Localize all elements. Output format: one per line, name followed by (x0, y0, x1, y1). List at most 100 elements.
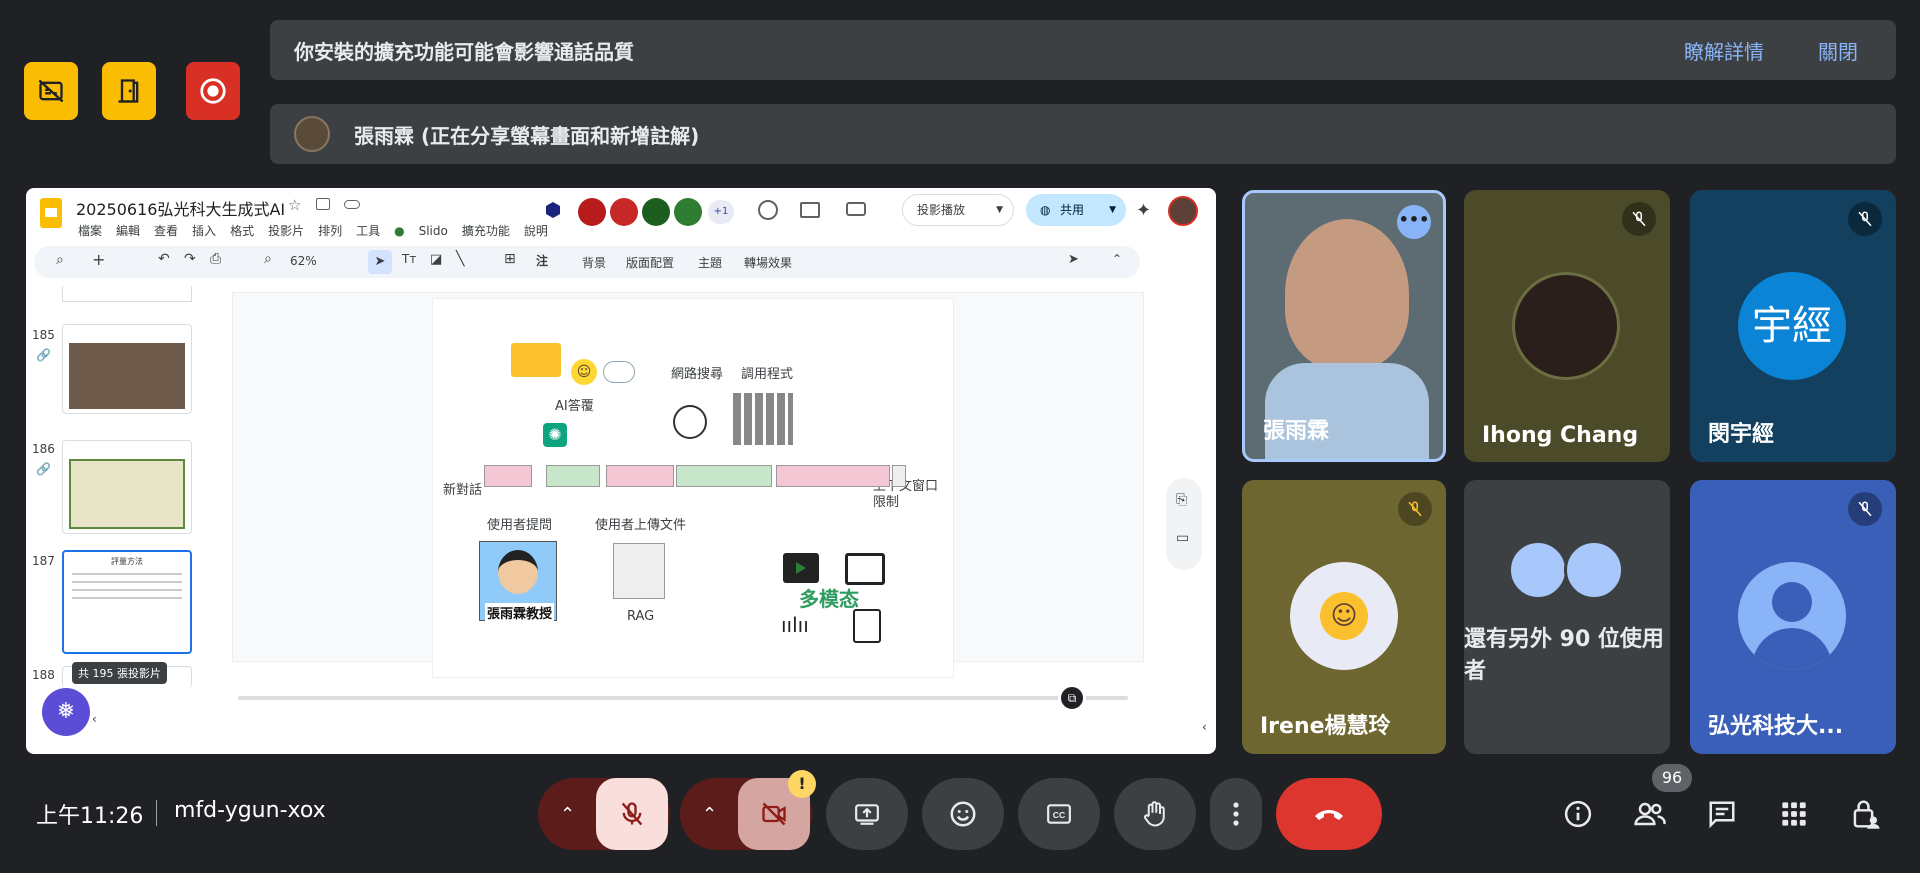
text-box-icon[interactable]: Tт (402, 252, 416, 266)
menu-edit[interactable]: 編輯 (116, 224, 140, 238)
present-button[interactable] (826, 778, 908, 850)
line-icon[interactable]: ╲ (456, 251, 464, 267)
move-icon[interactable] (316, 198, 330, 210)
captions-off-icon[interactable] (24, 62, 78, 120)
more-vert-icon (1233, 802, 1239, 826)
slide-thumbnail-186[interactable] (62, 440, 192, 534)
learn-more-link[interactable]: 瞭解詳情 (1684, 36, 1764, 65)
audio-wave-icon: ıılıı (781, 613, 809, 637)
theme-button[interactable]: 主題 (698, 254, 722, 271)
presenter-text: 張雨霖 (正在分享螢幕畫面和新增註解) (354, 123, 700, 148)
door-icon[interactable] (102, 62, 156, 120)
mic-off-button[interactable] (596, 778, 668, 850)
comment-add-icon[interactable]: ⊞ (504, 251, 516, 267)
more-options-button[interactable] (1210, 778, 1262, 850)
mic-off-icon (1848, 492, 1882, 526)
collaborator-avatar[interactable] (674, 198, 702, 226)
smiley-icon: ☺ (571, 359, 597, 385)
chevron-down-icon[interactable]: ▼ (1109, 194, 1116, 226)
history-icon[interactable] (758, 200, 778, 220)
select-cursor-icon[interactable]: ➤ (368, 250, 392, 274)
meet-icon[interactable] (846, 202, 866, 216)
menu-insert[interactable]: 插入 (192, 224, 216, 238)
zoom-level[interactable]: 62% (290, 254, 317, 268)
menu-tools[interactable]: 工具 (356, 224, 380, 238)
search-menus-icon[interactable]: ⌕ (56, 252, 64, 268)
participant-tile[interactable]: ••• 張雨霖 (1242, 190, 1446, 462)
menu-slido[interactable]: Slido (419, 224, 448, 238)
slideshow-button[interactable]: 投影播放 ▼ (902, 194, 1014, 226)
multimodal-label: 多模态 (799, 587, 859, 611)
people-button[interactable] (1628, 792, 1672, 836)
raise-hand-button[interactable] (1114, 778, 1196, 850)
pen-icon[interactable]: ➤ (1068, 252, 1079, 267)
meeting-details-button[interactable] (1556, 792, 1600, 836)
horizontal-scrollbar[interactable] (238, 696, 1128, 700)
host-controls-button[interactable] (1844, 792, 1888, 836)
shape-icon[interactable]: ◪ (430, 252, 442, 267)
share-button[interactable]: ◍ 共用 ▼ (1026, 194, 1126, 226)
context-segment (676, 465, 772, 487)
comment-icon[interactable] (800, 202, 820, 218)
slide-number: 187 (32, 554, 55, 568)
star-icon[interactable]: ☆ (288, 196, 301, 214)
people-count-badge: 96 (1652, 764, 1692, 792)
gemini-sparkle-icon[interactable]: ✦ (1136, 200, 1151, 221)
collaborator-avatar[interactable] (610, 198, 638, 226)
collaborator-avatar[interactable] (642, 198, 670, 226)
others-tile[interactable]: 還有另外 90 位使用者 (1464, 480, 1670, 754)
participant-tile[interactable]: ☺ Irene楊慧玲 (1242, 480, 1446, 754)
doc-title[interactable]: 20250616弘光科大生成式AI (76, 196, 285, 220)
chevron-up-icon[interactable]: ⌃ (560, 804, 575, 825)
slide-thumbnail-184[interactable] (62, 286, 192, 302)
more-collaborators[interactable]: +1 (708, 200, 734, 224)
menu-arrange[interactable]: 排列 (318, 224, 342, 238)
video-icon (783, 553, 819, 583)
layout-button[interactable]: 版面配置 (626, 254, 674, 271)
menu-extensions[interactable]: 擴充功能 (462, 224, 510, 238)
expand-panel-icon[interactable]: ‹ (1202, 720, 1207, 734)
chevron-down-icon[interactable]: ▼ (996, 195, 1003, 225)
collapse-toolbar-icon[interactable]: ⌃ (1112, 252, 1122, 266)
leave-call-button[interactable] (1276, 778, 1382, 850)
participant-tile[interactable]: 弘光科技大... (1690, 480, 1896, 754)
menu-slide[interactable]: 投影片 (268, 224, 304, 238)
menu-view[interactable]: 查看 (154, 224, 178, 238)
extension-icon[interactable] (546, 202, 560, 218)
account-avatar[interactable] (1168, 196, 1198, 226)
participant-tile[interactable]: Ihong Chang (1464, 190, 1670, 462)
slide-thumbnail-187[interactable]: 評量方法 (62, 550, 192, 654)
print-icon[interactable]: ⎙ (210, 251, 221, 267)
presenter-bar: 張雨霖 (正在分享螢幕畫面和新增註解) (270, 104, 1896, 164)
activities-button[interactable] (1772, 792, 1816, 836)
menu-help[interactable]: 說明 (524, 224, 548, 238)
annotate-icon[interactable]: 注 (536, 252, 548, 269)
collapse-filmstrip-icon[interactable]: ‹ (92, 712, 97, 726)
mic-off-icon (1622, 202, 1656, 236)
redo-icon[interactable]: ↷ (184, 251, 196, 267)
zoom-icon[interactable]: ⌕ (264, 251, 272, 267)
captions-button[interactable]: CC (1018, 778, 1100, 850)
collaborator-avatar[interactable] (578, 198, 606, 226)
reactions-button[interactable] (922, 778, 1004, 850)
undo-icon[interactable]: ↶ (158, 251, 170, 267)
record-icon[interactable] (186, 62, 240, 120)
folder-icon[interactable]: ▭ (1176, 530, 1189, 546)
new-chat-label: 新對話 (443, 483, 483, 498)
chevron-up-icon[interactable]: ⌃ (702, 804, 717, 825)
more-options-icon[interactable]: ••• (1397, 205, 1431, 239)
keep-icon[interactable]: ⎘ (1176, 492, 1187, 508)
menu-file[interactable]: 檔案 (78, 224, 102, 238)
close-notice-button[interactable]: 關閉 (1818, 36, 1858, 65)
transition-button[interactable]: 轉場效果 (744, 254, 792, 271)
background-button[interactable]: 背景 (582, 254, 606, 271)
gemini-fab-icon[interactable]: ❅ (42, 688, 90, 736)
slide-thumbnail-185[interactable] (62, 324, 192, 414)
menu-format[interactable]: 格式 (230, 224, 254, 238)
new-slide-icon[interactable]: + (92, 250, 105, 269)
mic-off-icon (1848, 202, 1882, 236)
participant-tile[interactable]: 宇經 閔宇經 (1690, 190, 1896, 462)
chat-button[interactable] (1700, 792, 1744, 836)
slide-number: 186 (32, 442, 55, 456)
annotation-toggle-icon[interactable]: ⧉ (1058, 684, 1086, 712)
